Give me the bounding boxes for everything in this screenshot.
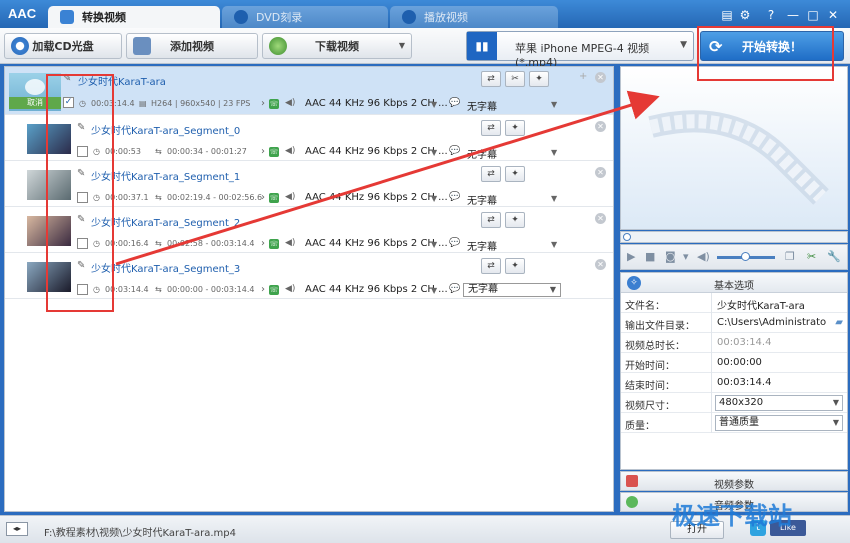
annotation-arrow: [115, 90, 660, 266]
